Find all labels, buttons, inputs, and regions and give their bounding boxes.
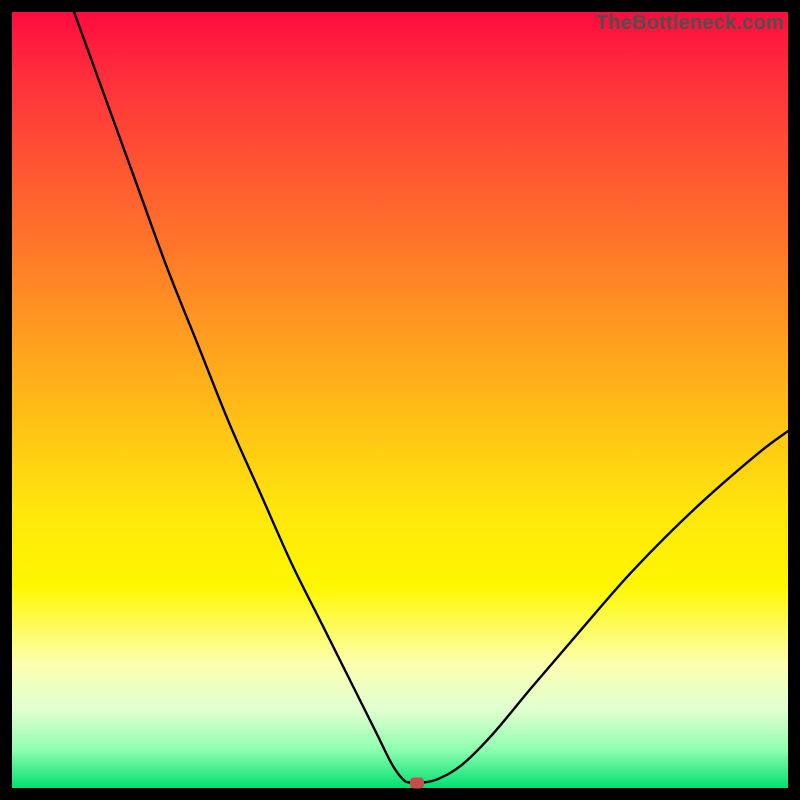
bottleneck-curve — [12, 12, 788, 788]
chart-frame: TheBottleneck.com — [0, 0, 800, 800]
optimal-point-marker — [410, 777, 424, 788]
watermark-text: TheBottleneck.com — [596, 12, 784, 35]
plot-area: TheBottleneck.com — [12, 12, 788, 788]
